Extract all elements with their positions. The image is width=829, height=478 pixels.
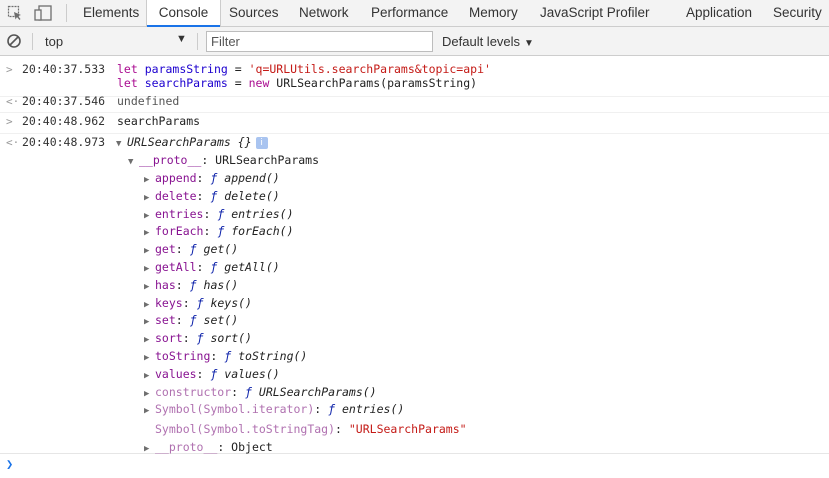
proto-member-row[interactable]: ▶ forEach: ƒ forEach() — [144, 223, 294, 243]
tab-application[interactable]: Application — [686, 0, 752, 27]
proto-member-row[interactable]: ▶ sort: ƒ sort() — [144, 330, 252, 350]
filter-bar-separator — [197, 33, 198, 50]
output-arrow-icon: <· — [6, 136, 20, 149]
chevron-down-icon[interactable]: ▼ — [176, 33, 187, 45]
proto-member-row[interactable]: ▶ has: ƒ has() — [144, 277, 238, 297]
triangle-collapsed-icon: ▶ — [144, 406, 150, 417]
execution-context-select[interactable]: top — [45, 34, 63, 49]
tab-bar-separator — [66, 4, 67, 22]
chevron-down-icon: ▼ — [524, 38, 534, 49]
proto-member-row[interactable]: ▶ keys: ƒ keys() — [144, 295, 252, 315]
input-chevron-icon: > — [6, 115, 13, 128]
console-input-message: > 20:40:37.533 let paramsString = 'q=URL… — [0, 61, 829, 97]
console-output-message: <· 20:40:48.973 ▼ URLSearchParams {} i ▼ __… — [0, 134, 829, 454]
filter-input[interactable] — [206, 31, 433, 52]
info-icon[interactable]: i — [255, 136, 268, 149]
proto-member-row[interactable]: ▶ values: ƒ values() — [144, 366, 280, 386]
input-chevron-icon: > — [6, 63, 13, 76]
proto-member-row[interactable]: ▶ set: ƒ set() — [144, 312, 238, 332]
inspect-element-icon[interactable] — [6, 4, 24, 22]
tab-memory[interactable]: Memory — [469, 0, 518, 27]
inner-proto-row[interactable]: ▶ __proto__: Object — [144, 439, 273, 459]
code-line: searchParams — [117, 114, 201, 128]
proto-member-row[interactable]: ▶ toString: ƒ toString() — [144, 348, 307, 368]
console-input-message: > 20:40:48.962 searchParams — [0, 113, 829, 134]
tab-sources[interactable]: Sources — [229, 0, 279, 27]
code-line: let searchParams = new URLSearchParams(p… — [117, 76, 478, 90]
tab-console[interactable]: Console — [146, 0, 221, 28]
triangle-expanded-icon: ▼ — [128, 157, 134, 167]
output-arrow-icon: <· — [6, 95, 20, 108]
triangle-expanded-icon: ▼ — [116, 139, 122, 149]
proto-member-row[interactable]: ▶ constructor: ƒ URLSearchParams() — [144, 384, 377, 404]
log-levels-dropdown[interactable]: Default levels ▼ — [442, 34, 534, 49]
proto-member-row[interactable]: ▶ append: ƒ append() — [144, 170, 280, 190]
proto-member-row[interactable]: ▶ entries: ƒ entries() — [144, 206, 294, 226]
timestamp: 20:40:48.962 — [22, 114, 106, 128]
proto-row[interactable]: ▼ __proto__: URLSearchParams — [128, 152, 319, 172]
tostringtag-row: Symbol(Symbol.toStringTag): "URLSearchPa… — [155, 422, 467, 436]
console-prompt-icon[interactable]: ❯ — [6, 456, 13, 474]
tab-security[interactable]: Security — [773, 0, 822, 27]
device-toolbar-icon[interactable] — [34, 4, 52, 22]
console-output-message: <· 20:40:37.546 undefined — [0, 93, 829, 113]
proto-member-row[interactable]: ▶ Symbol(Symbol.iterator): ƒ entries() — [144, 401, 404, 421]
console-messages[interactable]: > 20:40:37.533 let paramsString = 'q=URL… — [0, 56, 829, 478]
proto-member-row[interactable]: ▶ get: ƒ get() — [144, 241, 238, 261]
output-value: undefined — [117, 94, 180, 108]
tab-elements[interactable]: Elements — [83, 0, 139, 27]
log-levels-label: Default levels — [442, 34, 521, 49]
proto-member-row[interactable]: ▶ getAll: ƒ getAll() — [144, 259, 280, 279]
console-filter-bar: top ▼ Default levels▼ — [0, 27, 829, 56]
timestamp: 20:40:37.533 — [22, 62, 106, 76]
tab-network[interactable]: Network — [299, 0, 349, 27]
clear-console-icon[interactable] — [6, 33, 23, 50]
timestamp: 20:40:48.973 — [22, 135, 106, 149]
timestamp: 20:40:37.546 — [22, 94, 106, 108]
tab-javascript-profiler[interactable]: JavaScript Profiler — [540, 0, 650, 27]
triangle-collapsed-icon: ▶ — [144, 444, 150, 454]
devtools-tab-bar: Elements Console Sources Network Perform… — [0, 0, 829, 28]
proto-member-row[interactable]: ▶ delete: ƒ delete() — [144, 188, 280, 208]
object-root[interactable]: ▼ URLSearchParams {} i — [116, 134, 268, 154]
filter-bar-separator — [32, 33, 33, 50]
tab-performance[interactable]: Performance — [371, 0, 448, 27]
